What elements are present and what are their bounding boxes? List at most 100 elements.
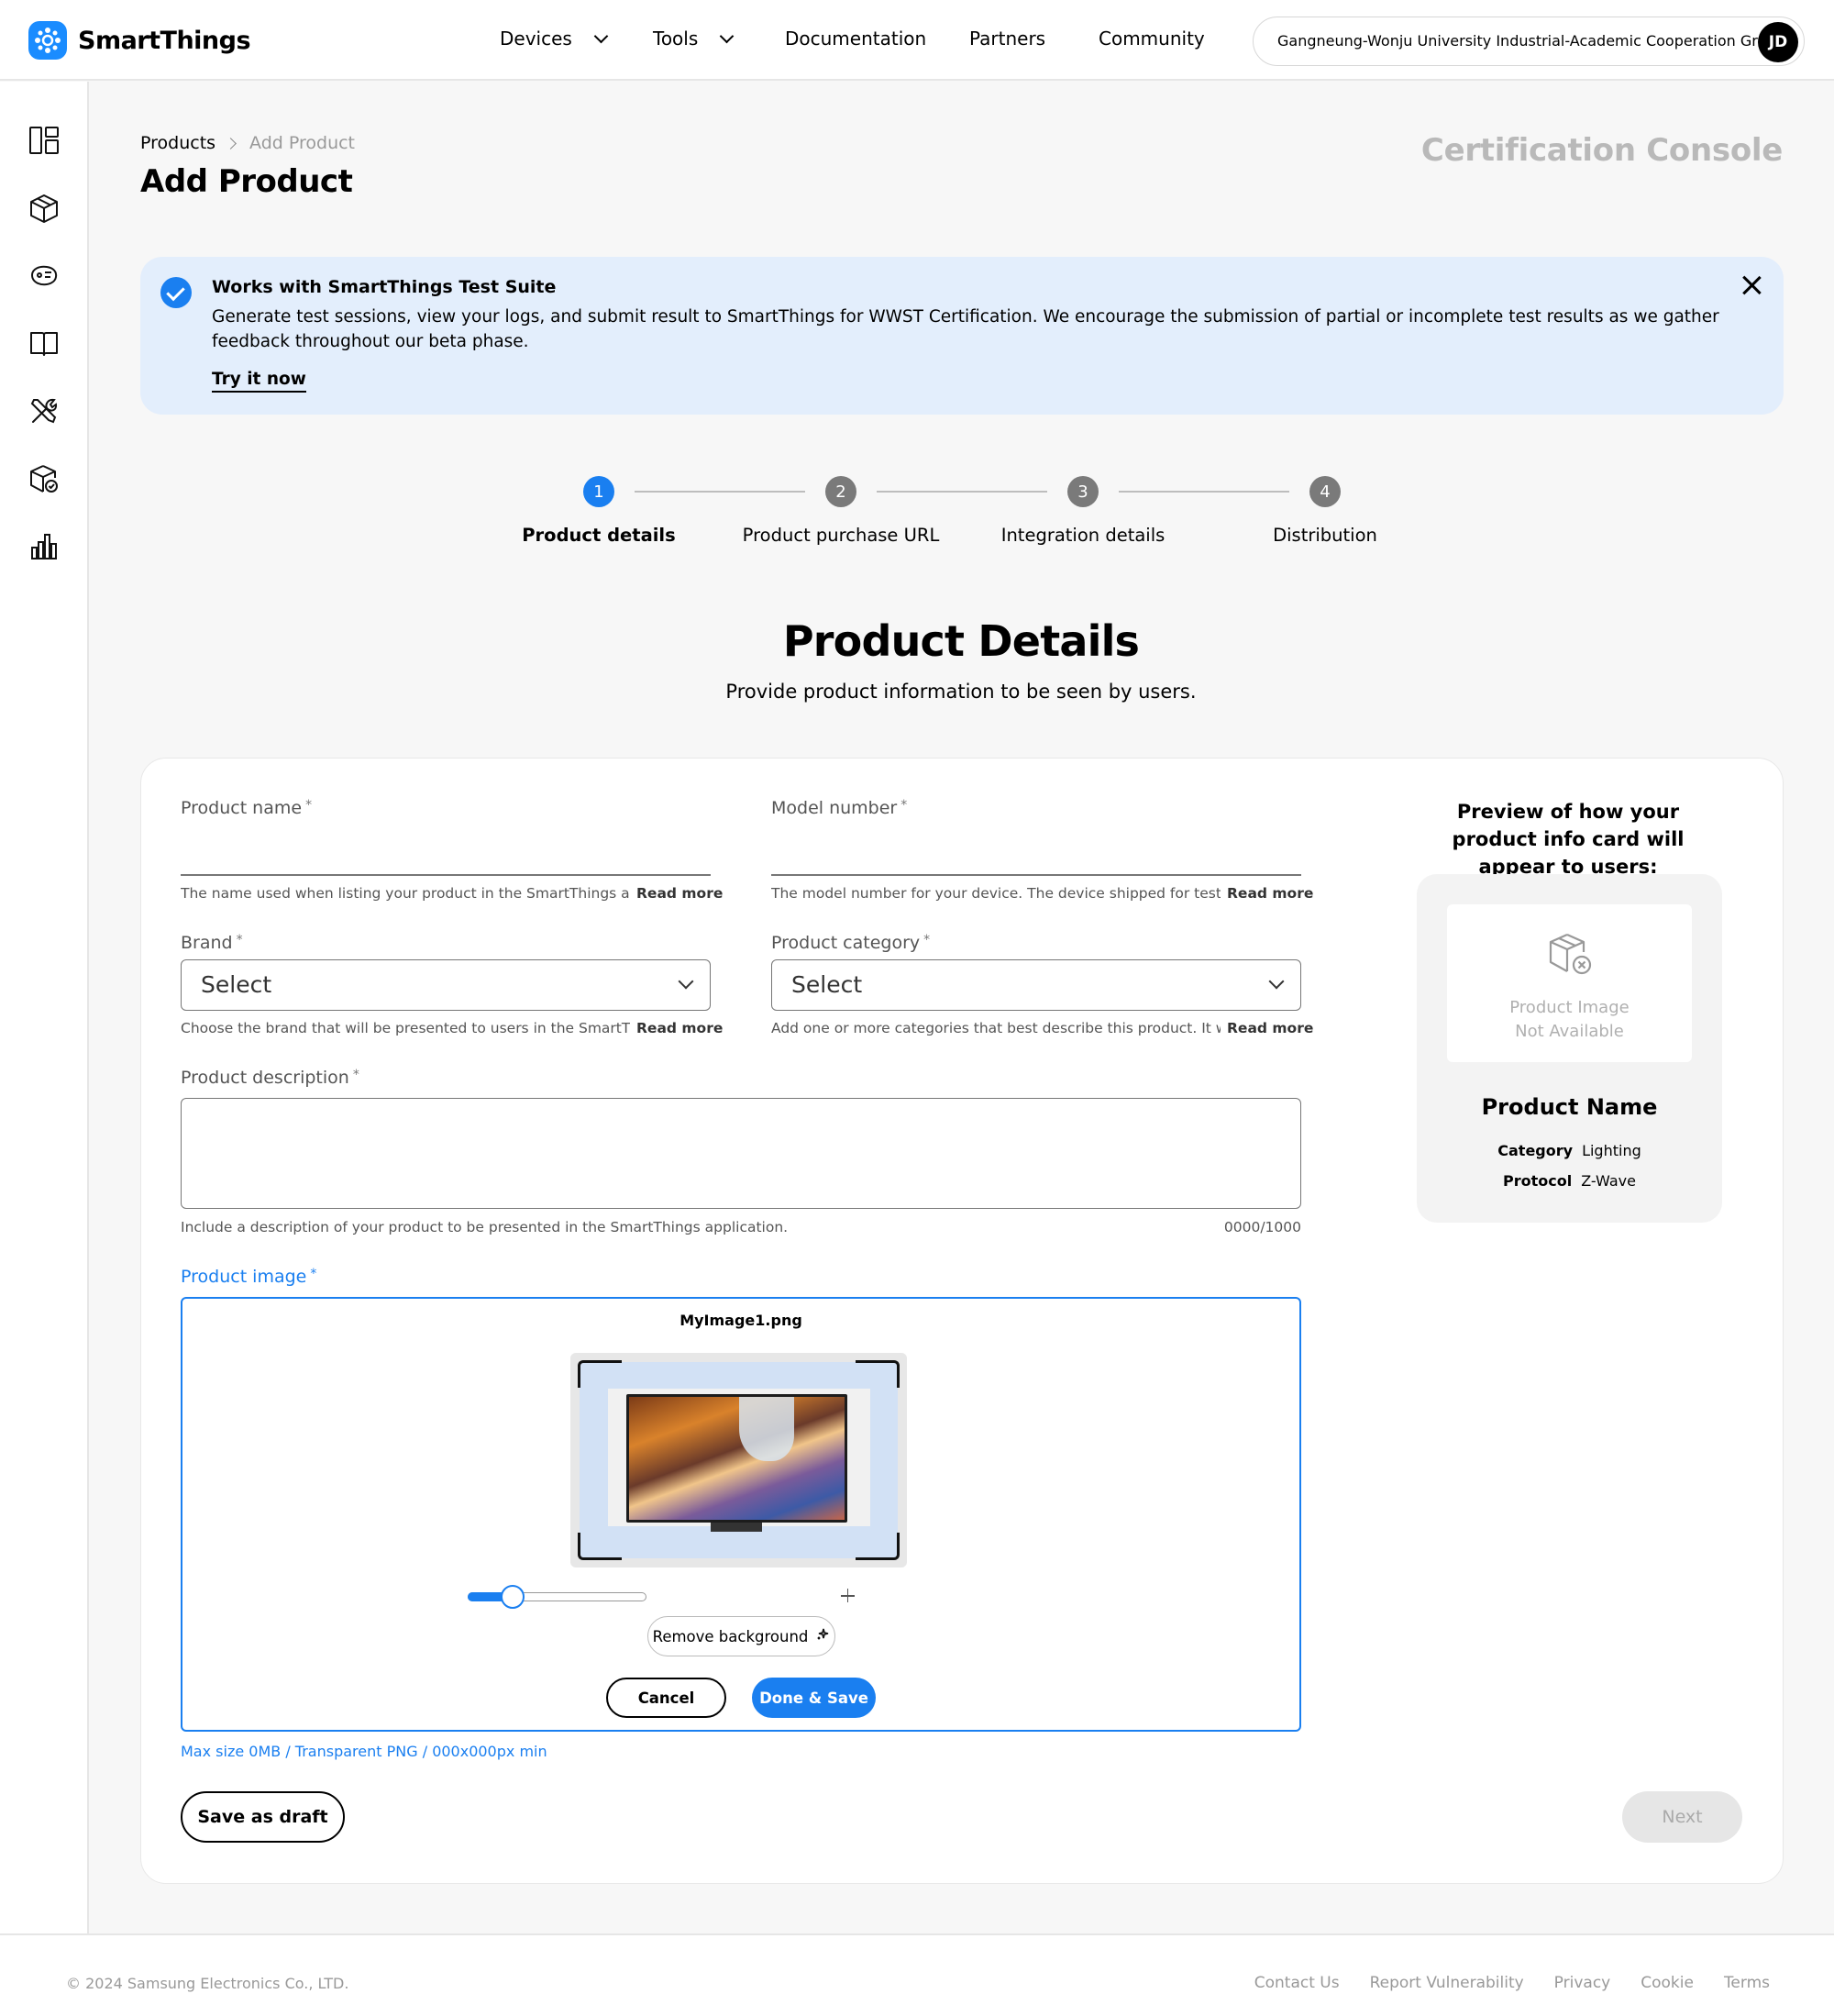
nav-community[interactable]: Community: [1099, 28, 1205, 50]
close-icon[interactable]: [1740, 273, 1763, 297]
category-select-value: Select: [791, 971, 863, 998]
image-upload-editor[interactable]: MyImage1.png: [181, 1297, 1301, 1732]
book-icon[interactable]: [28, 327, 60, 359]
required-mark: *: [310, 1267, 317, 1281]
cancel-button[interactable]: Cancel: [606, 1678, 726, 1718]
crop-handle-top-left[interactable]: [578, 1360, 622, 1388]
account-org-name: Gangneung-Wonju University Industrial-Ac…: [1277, 32, 1785, 50]
tools-icon[interactable]: [28, 395, 60, 426]
category-read-more[interactable]: Read more: [1227, 1020, 1313, 1036]
file-name: MyImage1.png: [679, 1312, 802, 1329]
done-save-button[interactable]: Done & Save: [752, 1678, 876, 1718]
brand-helper: Choose the brand that will be presented …: [181, 1020, 630, 1036]
required-mark: *: [923, 933, 931, 947]
preview-category-label: Category: [1497, 1142, 1574, 1159]
brand-read-more[interactable]: Read more: [636, 1020, 723, 1036]
zoom-slider-thumb[interactable]: [500, 1585, 525, 1609]
product-name-input[interactable]: [181, 874, 711, 876]
footer-link-report-vulnerability[interactable]: Report Vulnerability: [1370, 1974, 1524, 1992]
model-number-label: Model number *: [771, 798, 907, 818]
step-2-label[interactable]: Product purchase URL: [722, 525, 960, 546]
step-1-label[interactable]: Product details: [480, 525, 718, 546]
step-3-label[interactable]: Integration details: [964, 525, 1202, 546]
model-number-read-more[interactable]: Read more: [1227, 885, 1313, 902]
top-header: SmartThings Devices Tools Documentation …: [0, 0, 1834, 81]
dashboard-icon[interactable]: [28, 125, 60, 156]
next-button[interactable]: Next: [1622, 1791, 1742, 1843]
section-title: Product Details: [782, 616, 1140, 666]
no-image-box-icon: [1545, 932, 1595, 981]
crop-handle-bottom-left[interactable]: [578, 1533, 622, 1560]
nav-devices[interactable]: Devices: [500, 28, 609, 50]
crop-handle-bottom-right[interactable]: [856, 1533, 900, 1560]
chevron-down-icon: [1268, 973, 1285, 990]
step-connector: [635, 491, 805, 493]
step-2-circle[interactable]: 2: [825, 476, 856, 507]
nav-tools[interactable]: Tools: [653, 28, 735, 50]
step-4-label[interactable]: Distribution: [1206, 525, 1444, 546]
footer-link-cookie[interactable]: Cookie: [1641, 1974, 1694, 1992]
device-icon[interactable]: [28, 260, 60, 292]
model-number-helper: The model number for your device. The de…: [771, 885, 1221, 902]
product-image-label: Product image *: [181, 1267, 316, 1287]
product-image-label-text: Product image: [181, 1267, 307, 1287]
save-as-draft-button[interactable]: Save as draft: [181, 1791, 345, 1843]
page-title: Add Product: [140, 163, 353, 200]
product-name-label: Product name *: [181, 798, 312, 818]
preview-image-placeholder: Product Image Not Available: [1447, 904, 1692, 1062]
required-mark: *: [236, 933, 243, 947]
brand-name: SmartThings: [78, 26, 251, 55]
nav-partners[interactable]: Partners: [969, 28, 1045, 50]
category-helper: Add one or more categories that best des…: [771, 1020, 1221, 1036]
banner-text: Generate test sessions, view your logs, …: [212, 307, 1719, 351]
sparkle-icon: [815, 1627, 830, 1645]
preview-title: Preview of how your product info card wi…: [1452, 801, 1685, 878]
category-label-text: Product category: [771, 933, 921, 953]
breadcrumb-products[interactable]: Products: [140, 133, 215, 153]
breadcrumb: Products Add Product: [140, 133, 355, 153]
crop-handle-top-right[interactable]: [856, 1360, 900, 1388]
console-title: Certification Console: [1420, 132, 1783, 169]
model-number-input[interactable]: [771, 874, 1301, 876]
brand-select[interactable]: Select: [181, 959, 711, 1011]
image-crop-area[interactable]: [570, 1353, 907, 1567]
tv-product-image: [626, 1394, 847, 1523]
step-connector: [877, 491, 1047, 493]
account-menu[interactable]: Gangneung-Wonju University Industrial-Ac…: [1253, 17, 1805, 66]
step-3-circle[interactable]: 3: [1067, 476, 1099, 507]
chevron-down-icon: [678, 973, 694, 990]
sidebar: [0, 82, 89, 1934]
preview-product-name: Product Name: [1481, 1094, 1658, 1120]
step-4-circle[interactable]: 4: [1309, 476, 1341, 507]
footer-link-terms[interactable]: Terms: [1724, 1974, 1770, 1992]
copyright: © 2024 Samsung Electronics Co., LTD.: [66, 1975, 349, 1992]
smartthings-logo[interactable]: SmartThings: [28, 21, 251, 60]
remove-background-button[interactable]: Remove background: [647, 1616, 835, 1656]
brand-label-text: Brand: [181, 933, 233, 953]
certified-box-icon[interactable]: [28, 463, 60, 494]
preview-card: Product Image Not Available Product Name…: [1417, 874, 1722, 1223]
avatar[interactable]: JD: [1758, 22, 1798, 62]
description-textarea[interactable]: [181, 1098, 1301, 1209]
brand-select-value: Select: [201, 971, 272, 998]
chevron-down-icon: [720, 28, 735, 43]
image-requirements-note: Max size 0MB / Transparent PNG / 000x000…: [181, 1743, 547, 1760]
product-name-label-text: Product name: [181, 798, 303, 818]
step-1-circle[interactable]: 1: [583, 476, 614, 507]
nav-documentation[interactable]: Documentation: [785, 28, 926, 50]
step-connector: [1119, 491, 1289, 493]
box-icon[interactable]: [28, 193, 60, 224]
preview-category-value: Lighting: [1582, 1142, 1641, 1159]
footer-link-contact[interactable]: Contact Us: [1254, 1974, 1340, 1992]
product-name-read-more[interactable]: Read more: [636, 885, 723, 902]
test-suite-banner: Works with SmartThings Test Suite Genera…: [140, 257, 1784, 415]
footer-link-privacy[interactable]: Privacy: [1554, 1974, 1611, 1992]
zoom-in-icon[interactable]: [841, 1587, 856, 1605]
try-it-now-link[interactable]: Try it now: [212, 370, 306, 393]
analytics-icon[interactable]: [28, 531, 60, 562]
required-mark: *: [900, 798, 908, 813]
chevron-right-icon: [225, 137, 237, 150]
category-select[interactable]: Select: [771, 959, 1301, 1011]
product-name-helper: The name used when listing your product …: [181, 885, 630, 902]
remove-background-label: Remove background: [652, 1627, 809, 1645]
